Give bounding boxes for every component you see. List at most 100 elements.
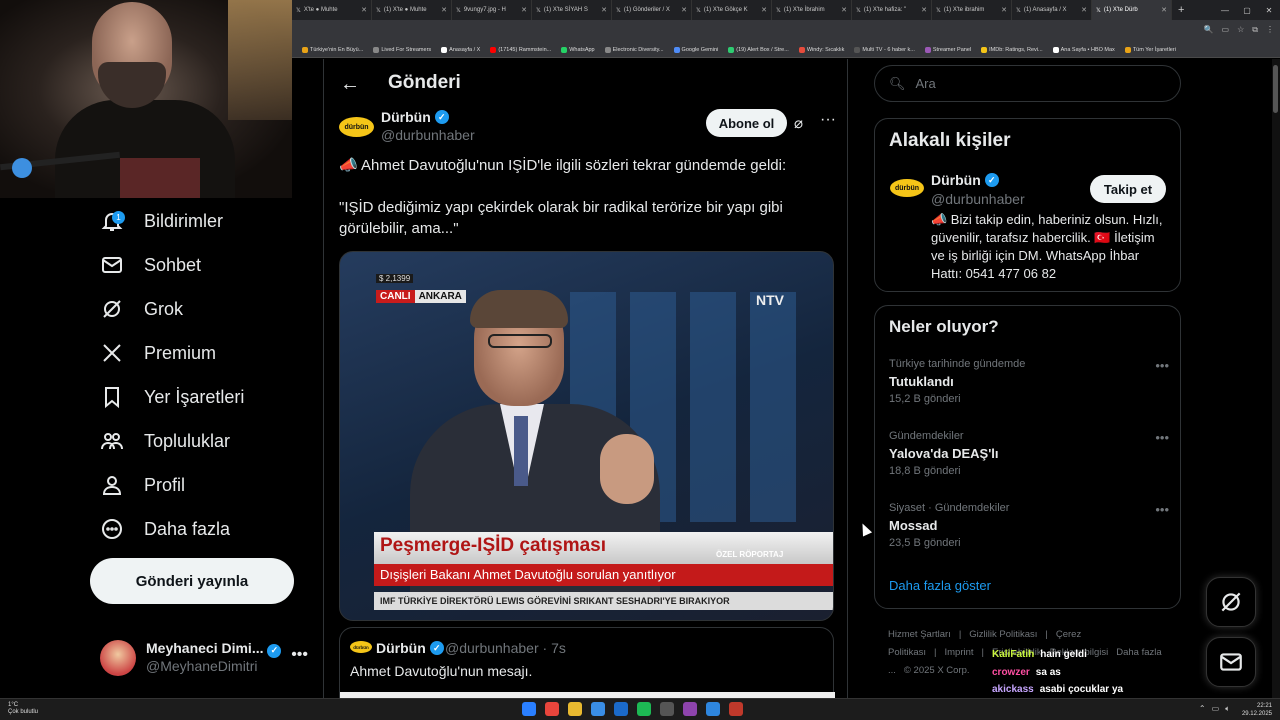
bookmark-item[interactable]: Tüm Yer İşaretleri <box>1124 46 1176 53</box>
chrome-icon[interactable] <box>545 702 559 716</box>
post-button[interactable]: Gönderi yayınla <box>90 558 294 604</box>
spotify-icon[interactable] <box>637 702 651 716</box>
close-tab-icon[interactable]: ✕ <box>841 6 847 14</box>
maximize-icon[interactable]: ▢ <box>1236 6 1258 15</box>
close-tab-icon[interactable]: ✕ <box>361 6 367 14</box>
grok-icon[interactable]: ⌀ <box>794 114 803 132</box>
close-tab-icon[interactable]: ✕ <box>1001 6 1007 14</box>
close-tab-icon[interactable]: ✕ <box>761 6 767 14</box>
browser-tab[interactable]: 𝕏 (1) X'te ibrahim ✕ <box>932 0 1012 20</box>
bookmark-item[interactable]: Multi TV - 6 haber k... <box>854 46 915 53</box>
bookmark-item[interactable]: Anasayfa / X <box>441 46 480 53</box>
back-arrow-icon[interactable]: ← <box>340 73 360 96</box>
close-tab-icon[interactable]: ✕ <box>681 6 687 14</box>
author-logo[interactable]: dürbün <box>339 117 374 137</box>
bookmark-item[interactable]: Lived For Streamers <box>373 46 431 53</box>
show-more-link[interactable]: Daha fazla göster <box>889 578 991 593</box>
grok-fab[interactable] <box>1206 577 1256 627</box>
minimize-icon[interactable]: — <box>1214 6 1236 15</box>
author-handle[interactable]: @durbunhaber <box>381 127 475 143</box>
more-dots-icon[interactable]: ••• <box>1155 502 1169 517</box>
bookmark-item[interactable]: Türkiye'nin En Büyü... <box>302 46 363 53</box>
browser-tab[interactable]: 𝕏 (1) X'te SİYAH S ✕ <box>532 0 612 20</box>
close-tab-icon[interactable]: ✕ <box>1081 6 1087 14</box>
bookmark-item[interactable]: (17145) Rammstein... <box>490 46 551 53</box>
more-dots-icon[interactable]: ••• <box>1155 430 1169 445</box>
close-tab-icon[interactable]: ✕ <box>521 6 527 14</box>
close-tab-icon[interactable]: ✕ <box>441 6 447 14</box>
app-icon[interactable] <box>591 702 605 716</box>
folder-icon[interactable] <box>568 702 582 716</box>
browser-tab[interactable]: 𝕏 (1) Gönderiler / X ✕ <box>612 0 692 20</box>
cast-icon[interactable]: ▭ <box>1222 25 1230 35</box>
follow-button[interactable]: Takip et <box>1090 175 1166 203</box>
weather-widget[interactable]: 1°C Çok bulutlu <box>8 702 38 716</box>
bookmark-item[interactable]: Windy: Sıcaklık <box>798 46 844 53</box>
more-dots-icon[interactable]: ··· <box>820 111 836 129</box>
related-handle[interactable]: @durbunhaber <box>931 191 1025 207</box>
volume-icon[interactable]: 🔈︎ <box>1225 704 1230 714</box>
close-tab-icon[interactable]: ✕ <box>921 6 927 14</box>
clock[interactable]: 22:21 29.12.2025 <box>1242 702 1272 718</box>
account-switcher[interactable]: Meyhaneci Dimi... ✓ @MeyhaneDimitri ••• <box>100 636 314 680</box>
nav-grok[interactable]: Grok <box>100 291 183 327</box>
app-icon[interactable] <box>660 702 674 716</box>
browser-tab[interactable]: 𝕏 (1) X'te İbrahim ✕ <box>772 0 852 20</box>
subscribe-button[interactable]: Abone ol <box>706 109 787 137</box>
browser-tab[interactable]: 𝕏 (1) Anasayfa / X ✕ <box>1012 0 1092 20</box>
close-tab-icon[interactable]: ✕ <box>1161 6 1167 14</box>
browser-tab[interactable]: 𝕏 X'te ● Muhte ✕ <box>292 0 372 20</box>
nav-chat[interactable]: Sohbet <box>100 247 201 283</box>
network-icon[interactable]: ▭ <box>1212 704 1220 714</box>
messages-fab[interactable] <box>1206 637 1256 687</box>
scrollbar-thumb[interactable] <box>1273 65 1278 113</box>
author-name[interactable]: Dürbün ✓ <box>381 109 449 125</box>
post-text-line: "IŞİD dediğimiz yapı çekirdek olarak bir… <box>339 199 783 216</box>
extensions-icon[interactable]: ⧉ <box>1252 25 1258 35</box>
nav-premium[interactable]: Premium <box>100 335 216 371</box>
star-icon[interactable]: ☆ <box>1237 25 1244 35</box>
bookmark-item[interactable]: WhatsApp <box>561 46 595 53</box>
search-input[interactable]: 🔍︎ Ara <box>874 65 1181 102</box>
browser-tab[interactable]: 𝕏 (1) X'te Dürb ✕ <box>1092 0 1172 20</box>
address-bar[interactable]: 🔍 ▭ ☆ ⧉ ⋮ <box>292 20 1280 42</box>
related-name[interactable]: Dürbün ✓ <box>931 172 999 188</box>
app-icon[interactable] <box>729 702 743 716</box>
nav-profile[interactable]: Profil <box>100 467 185 503</box>
close-tab-icon[interactable]: ✕ <box>601 6 607 14</box>
footer-link[interactable]: Imprint <box>944 647 973 658</box>
browser-tab[interactable]: 𝕏 (1) X'te Gökçe K ✕ <box>692 0 772 20</box>
bookmark-item[interactable]: Electronic Diversity... <box>604 46 664 53</box>
footer-link[interactable]: Gizlilik Politikası <box>969 629 1037 640</box>
bookmark-item[interactable]: Ana Sayfa • HBO Max <box>1052 46 1115 53</box>
browser-tab[interactable]: 𝕏 (1) X'te hafiza: " ✕ <box>852 0 932 20</box>
nav-bookmarks[interactable]: Yer İşaretleri <box>100 379 244 415</box>
nav-notifications[interactable]: 1 Bildirimler <box>100 203 223 239</box>
bookmark-item[interactable]: (19) Alert Box / Stre... <box>728 46 789 53</box>
close-icon[interactable]: ✕ <box>1258 6 1280 15</box>
footer-link[interactable]: Hizmet Şartları <box>888 629 951 640</box>
app-icon[interactable] <box>706 702 720 716</box>
post-video[interactable]: $ 2,1399 CANLI ANKARA NTV Peşmerge-IŞİD … <box>339 251 834 621</box>
more-dots-icon[interactable]: ••• <box>1155 358 1169 373</box>
browser-tab[interactable]: 𝕏 9vungy7.jpg - H ✕ <box>452 0 532 20</box>
new-tab-button[interactable]: + <box>1172 4 1190 16</box>
bookmark-item[interactable]: Streamer Panel <box>924 46 971 53</box>
browser-tab[interactable]: 𝕏 (1) X'te ● Muhte ✕ <box>372 0 452 20</box>
chevron-up-icon[interactable]: ⌃ <box>1199 704 1206 714</box>
more-dots-icon[interactable]: ••• <box>291 646 308 664</box>
related-avatar[interactable]: dürbün <box>890 179 924 197</box>
steam-icon[interactable] <box>614 702 628 716</box>
nav-more[interactable]: Daha fazla <box>100 511 230 547</box>
start-icon[interactable] <box>522 702 536 716</box>
menu-icon[interactable]: ⋮ <box>1266 25 1274 35</box>
scrollbar[interactable] <box>1272 59 1280 699</box>
app-icon[interactable] <box>683 702 697 716</box>
trend-item[interactable]: Gündemdekiler Yalova'da DEAŞ'lı 18,8 B g… <box>889 430 1169 490</box>
nav-communities[interactable]: Topluluklar <box>100 423 230 459</box>
bookmark-item[interactable]: IMDb: Ratings, Revi... <box>981 46 1043 53</box>
trend-item[interactable]: Türkiye tarihinde gündemde Tutuklandı 15… <box>889 358 1169 418</box>
bookmark-item[interactable]: Google Gemini <box>673 46 718 53</box>
zoom-icon[interactable]: 🔍 <box>1204 25 1214 35</box>
trend-item[interactable]: Siyaset · Gündemdekiler Mossad 23,5 B gö… <box>889 502 1169 562</box>
